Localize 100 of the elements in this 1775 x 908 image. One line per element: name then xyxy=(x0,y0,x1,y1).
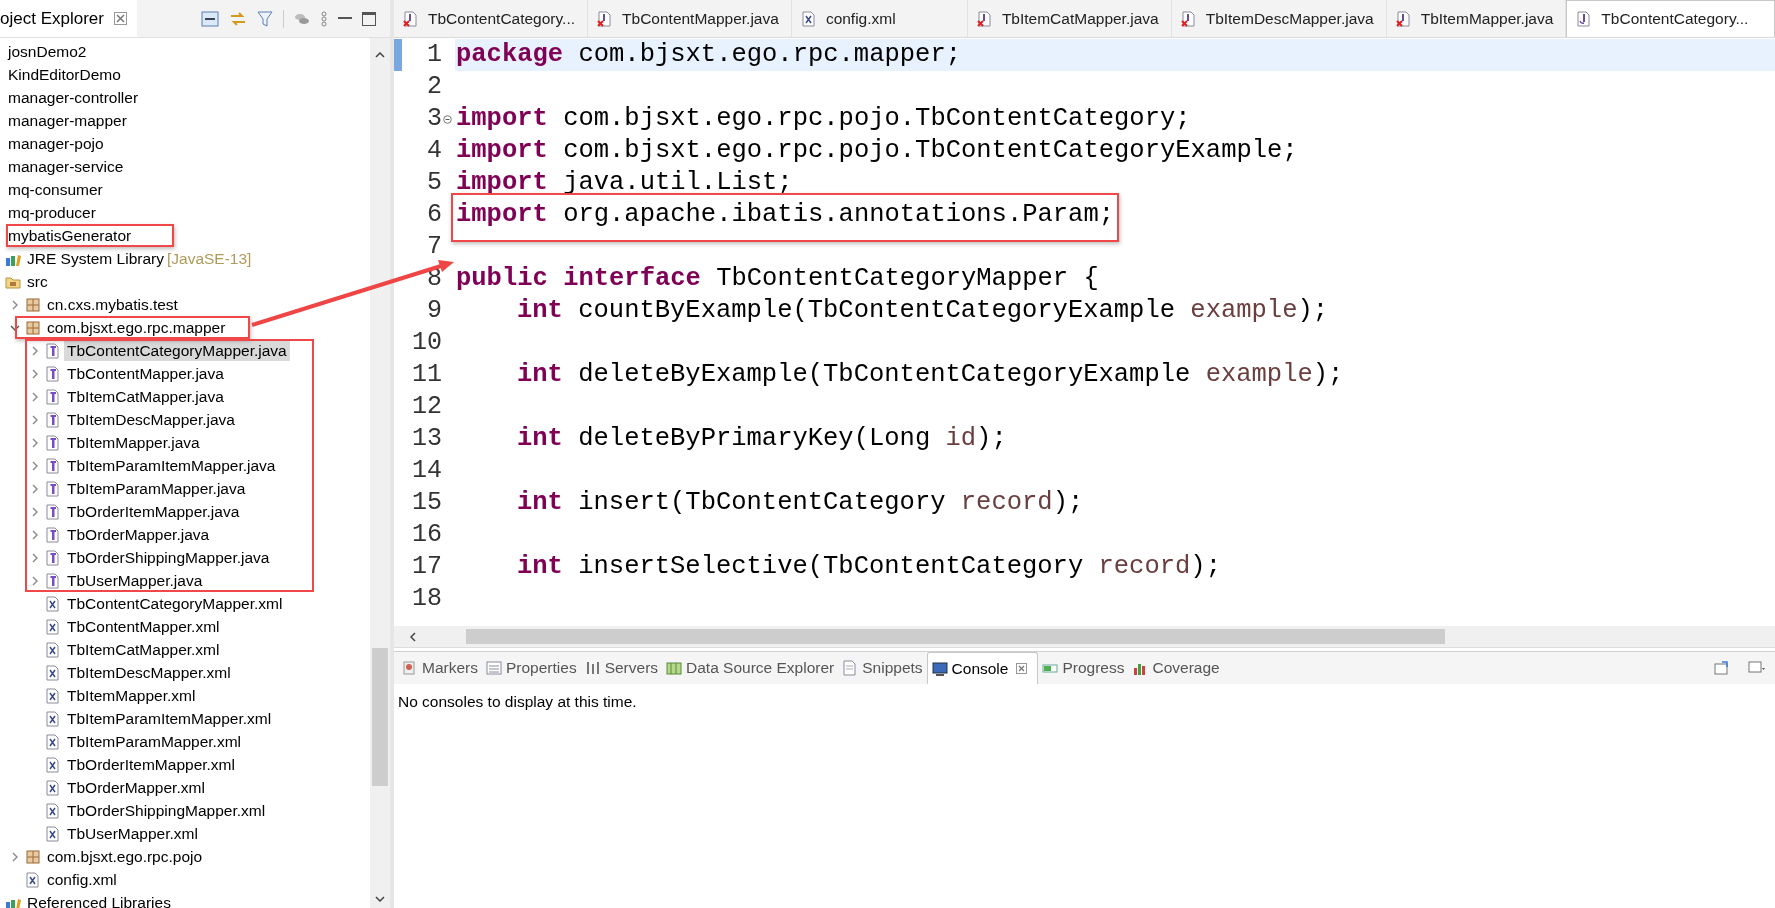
tree-item[interactable]: TbItemMapper.java xyxy=(64,432,203,453)
tree-item[interactable]: manager-service xyxy=(5,156,127,177)
tree-item[interactable]: TbOrderShippingMapper.java xyxy=(64,547,273,568)
tree-item[interactable]: mq-producer xyxy=(5,202,99,223)
java-file-icon xyxy=(1576,11,1593,27)
tree-item[interactable]: src xyxy=(24,271,51,292)
line-number: 17 xyxy=(411,551,443,584)
tree-item[interactable]: TbItemParamMapper.xml xyxy=(64,731,244,752)
file-error-icon xyxy=(976,10,993,27)
tree-item[interactable]: KindEditorDemo xyxy=(5,64,124,85)
editor-tab[interactable]: TbItemCatMapper.java xyxy=(967,0,1172,37)
tree-item[interactable]: JRE System Library xyxy=(24,248,167,269)
interface-file-icon xyxy=(45,549,61,566)
tree-item[interactable]: TbContentCategoryMapper.xml xyxy=(64,593,286,614)
tree-item[interactable]: TbItemParamItemMapper.java xyxy=(64,455,279,476)
editor-tab[interactable]: TbContentCategory... xyxy=(1566,0,1775,37)
interface-file-icon xyxy=(45,411,61,428)
tree-item[interactable]: TbOrderMapper.java xyxy=(64,524,213,545)
database-icon xyxy=(666,660,683,676)
code-line: package com.bjsxt.ego.rpc.mapper; xyxy=(456,38,961,71)
tree-item[interactable]: TbItemDescMapper.java xyxy=(64,409,238,430)
maximize-icon[interactable] xyxy=(362,11,376,26)
tree-item[interactable]: manager-pojo xyxy=(5,133,107,154)
panel-tab[interactable]: Snippets xyxy=(838,652,927,684)
xml-file-icon xyxy=(45,779,61,796)
code-line: int insertSelective(TbContentCategory record); xyxy=(517,550,1221,583)
panel-tab[interactable]: Properties xyxy=(482,652,581,684)
tree-item[interactable]: com.bjsxt.ego.rpc.mapper xyxy=(44,317,229,338)
filter-icon[interactable] xyxy=(257,10,273,27)
interface-file-icon xyxy=(45,388,61,405)
line-number: 18 xyxy=(411,583,443,616)
file-error-icon xyxy=(1180,10,1197,27)
monitor-dropdown-icon[interactable] xyxy=(1748,660,1766,676)
editor-tab[interactable]: TbItemDescMapper.java xyxy=(1171,0,1387,37)
panel-tab[interactable]: Data Source Explorer xyxy=(662,652,839,684)
tree-item[interactable]: TbContentMapper.xml xyxy=(64,616,223,637)
xml-file-icon xyxy=(45,802,61,819)
scroll-left-icon[interactable] xyxy=(410,631,416,642)
editor-tab[interactable]: TbContentCategory... xyxy=(394,0,589,37)
line-number: 10 xyxy=(411,327,443,360)
editor-tab[interactable]: config.xml xyxy=(791,0,968,37)
interface-file-icon xyxy=(45,526,61,543)
line-number: 1 xyxy=(426,39,443,72)
tree-item[interactable]: cn.cxs.mybatis.test xyxy=(44,294,181,315)
tree-item[interactable]: com.bjsxt.ego.rpc.pojo xyxy=(44,846,206,867)
editor-tab[interactable]: TbContentMapper.java xyxy=(588,0,792,37)
tree-item[interactable]: manager-mapper xyxy=(5,110,130,131)
panel-tab[interactable]: Progress xyxy=(1038,652,1129,684)
file-error-icon xyxy=(597,10,614,27)
open-console-icon[interactable] xyxy=(1714,660,1730,676)
scroll-down-icon[interactable] xyxy=(375,896,385,902)
horizontal-scrollbar[interactable] xyxy=(394,626,1775,648)
scroll-up-icon[interactable] xyxy=(375,52,385,58)
tree-item[interactable]: TbOrderShippingMapper.xml xyxy=(64,800,269,821)
tree-item[interactable]: TbContentCategoryMapper.java xyxy=(64,340,290,361)
vertical-scrollbar[interactable] xyxy=(370,38,390,908)
tree-item[interactable]: manager-controller xyxy=(5,87,142,108)
file-error-icon xyxy=(403,10,419,27)
tree-item[interactable]: TbOrderItemMapper.java xyxy=(64,501,243,522)
tree-item[interactable]: TbItemCatMapper.java xyxy=(64,386,227,407)
collapse-all-icon[interactable] xyxy=(201,10,219,27)
tree-item[interactable]: mybatisGenerator xyxy=(5,225,135,246)
tree-item[interactable]: config.xml xyxy=(44,869,120,890)
interface-file-icon xyxy=(45,342,61,359)
tree-item[interactable]: TbItemParamMapper.java xyxy=(64,478,249,499)
panel-tab[interactable]: Coverage xyxy=(1128,652,1224,684)
tree-item[interactable]: TbItemDescMapper.xml xyxy=(64,662,234,683)
tree-item[interactable]: josnDemo2 xyxy=(5,41,90,62)
tree-item[interactable]: TbUserMapper.java xyxy=(64,570,206,591)
code-line: int deleteByExample(TbContentCategoryExample example); xyxy=(517,358,1344,391)
tree-item[interactable]: TbOrderMapper.xml xyxy=(64,777,208,798)
tree-item[interactable]: Referenced Libraries xyxy=(24,892,174,908)
scrollbar-thumb[interactable] xyxy=(372,648,388,786)
panel-tab[interactable]: Markers xyxy=(398,652,482,684)
xml-file-icon xyxy=(45,825,61,842)
package-icon xyxy=(25,848,41,865)
tree-item[interactable]: TbItemParamItemMapper.xml xyxy=(64,708,275,729)
tree-item[interactable]: TbContentMapper.java xyxy=(64,363,227,384)
tree-item[interactable]: TbItemMapper.xml xyxy=(64,685,199,706)
xml-file-icon xyxy=(800,10,817,27)
tree-item[interactable]: TbOrderItemMapper.xml xyxy=(64,754,238,775)
close-icon[interactable] xyxy=(113,12,127,25)
coins-icon[interactable] xyxy=(294,11,310,26)
panel-tab[interactable]: Servers xyxy=(580,652,663,684)
interface-file-icon xyxy=(45,434,61,451)
code-line: int countByExample(TbContentCategoryExample example); xyxy=(517,294,1329,327)
xml-file-icon xyxy=(45,733,61,750)
tree-item[interactable]: TbUserMapper.xml xyxy=(64,823,201,844)
package-icon xyxy=(25,319,41,336)
tree-item[interactable]: mq-consumer xyxy=(5,179,106,200)
file-error-icon xyxy=(1395,10,1412,27)
close-icon[interactable] xyxy=(1016,663,1028,674)
monitor-icon xyxy=(931,660,948,677)
line-number: 12 xyxy=(411,391,443,424)
sync-arrows-icon[interactable] xyxy=(229,10,247,27)
fold-icon[interactable] xyxy=(443,114,452,124)
tree-item[interactable]: TbItemCatMapper.xml xyxy=(64,639,223,660)
scrollbar-thumb[interactable] xyxy=(466,629,1445,644)
panel-tab[interactable]: Console xyxy=(926,652,1039,684)
more-icon[interactable] xyxy=(320,10,328,27)
